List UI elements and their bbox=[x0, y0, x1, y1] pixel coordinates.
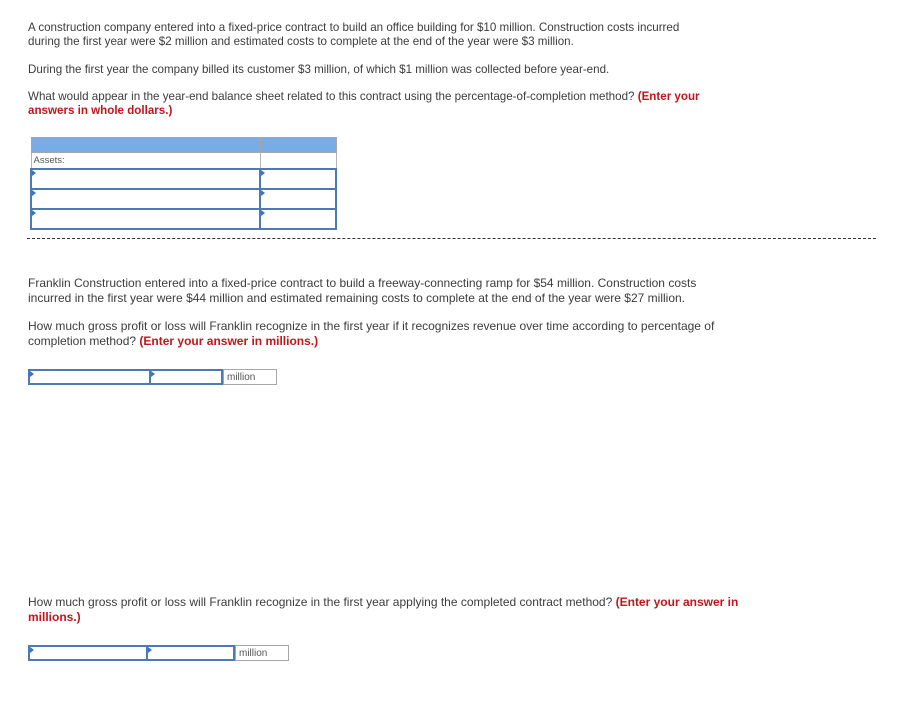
question2-paragraph-line1: Franklin Construction entered into a fix… bbox=[28, 276, 697, 290]
question2-answer-row: million bbox=[28, 369, 277, 388]
input-flag-icon bbox=[148, 647, 152, 653]
table-header-row bbox=[30, 137, 337, 153]
question2-prompt-line2: completion method? bbox=[28, 334, 137, 348]
question1-instruction-part2: answers in whole dollars.) bbox=[28, 104, 173, 117]
balance-sheet-table: Assets: bbox=[30, 137, 337, 230]
assets-section-row: Assets: bbox=[30, 152, 337, 170]
table-row bbox=[30, 168, 337, 190]
dropdown-flag-icon bbox=[32, 190, 36, 196]
question3-answer-row: million bbox=[28, 645, 289, 664]
question1-paragraph1-line1: A construction company entered into a fi… bbox=[28, 21, 680, 34]
asset-label-cell[interactable] bbox=[30, 208, 261, 230]
assets-label: Assets: bbox=[30, 152, 261, 170]
asset-amount-input[interactable] bbox=[261, 190, 335, 209]
question2-prompt-line1: How much gross profit or loss will Frank… bbox=[28, 319, 715, 333]
dropdown-flag-icon bbox=[32, 170, 36, 176]
input-flag-icon bbox=[151, 371, 155, 377]
dropdown-flag-icon bbox=[30, 371, 34, 377]
assets-amount-empty bbox=[259, 152, 337, 170]
question2-unit-label: million bbox=[223, 369, 277, 385]
header-cell-label bbox=[30, 137, 261, 153]
asset-label-input[interactable] bbox=[32, 190, 259, 209]
input-flag-icon bbox=[261, 210, 265, 216]
question2-prompt: How much gross profit or loss will Frank… bbox=[28, 319, 714, 349]
question3-unit-label: million bbox=[235, 645, 289, 661]
question2-paragraph-line2: incurred in the first year were $44 mill… bbox=[28, 291, 685, 305]
asset-amount-input[interactable] bbox=[261, 210, 335, 229]
table-row bbox=[30, 208, 337, 230]
question2-paragraph: Franklin Construction entered into a fix… bbox=[28, 276, 696, 306]
asset-amount-cell[interactable] bbox=[259, 168, 337, 190]
dropdown-flag-icon bbox=[32, 210, 36, 216]
question3-gain-loss-select[interactable] bbox=[28, 645, 148, 664]
asset-label-cell[interactable] bbox=[30, 168, 261, 190]
question3-prompt: How much gross profit or loss will Frank… bbox=[28, 595, 738, 625]
question3-instruction-part2: millions.) bbox=[28, 610, 81, 624]
question2-gain-loss-input[interactable] bbox=[30, 375, 149, 388]
input-flag-icon bbox=[261, 170, 265, 176]
question1-prompt-text: What would appear in the year-end balanc… bbox=[28, 90, 635, 103]
question2-instruction: (Enter your answer in millions.) bbox=[139, 334, 319, 348]
asset-label-cell[interactable] bbox=[30, 188, 261, 210]
asset-label-input[interactable] bbox=[32, 210, 259, 229]
asset-amount-input[interactable] bbox=[261, 170, 335, 189]
question1-paragraph1: A construction company entered into a fi… bbox=[28, 21, 679, 49]
question3-amount-field[interactable] bbox=[146, 645, 235, 664]
question3-instruction-part1: (Enter your answer in bbox=[615, 595, 739, 609]
question2-amount-input[interactable] bbox=[151, 375, 221, 388]
dropdown-flag-icon bbox=[30, 647, 34, 653]
question3-prompt-line1: How much gross profit or loss will Frank… bbox=[28, 595, 613, 609]
question2-amount-field[interactable] bbox=[149, 369, 223, 388]
asset-label-input[interactable] bbox=[32, 170, 259, 189]
input-flag-icon bbox=[261, 190, 265, 196]
question3-amount-input[interactable] bbox=[148, 651, 233, 664]
asset-amount-cell[interactable] bbox=[259, 188, 337, 210]
question1-paragraph1-line2: during the first year were $2 million an… bbox=[28, 35, 574, 48]
table-row bbox=[30, 188, 337, 210]
question1-paragraph2: During the first year the company billed… bbox=[28, 63, 610, 76]
section-divider bbox=[27, 238, 876, 239]
question3-gain-loss-input[interactable] bbox=[30, 651, 146, 664]
question1-prompt: What would appear in the year-end balanc… bbox=[28, 90, 700, 118]
question1-instruction-part1: (Enter your bbox=[637, 90, 700, 103]
question2-gain-loss-select[interactable] bbox=[28, 369, 151, 388]
header-cell-amount bbox=[259, 137, 337, 153]
asset-amount-cell[interactable] bbox=[259, 208, 337, 230]
